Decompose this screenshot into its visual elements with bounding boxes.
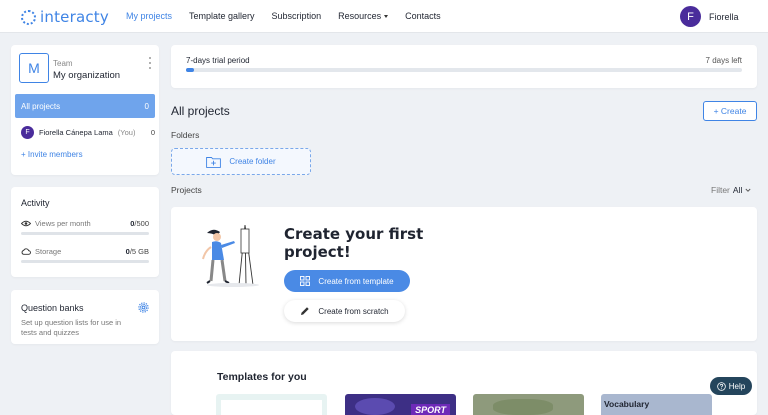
- brand-logo[interactable]: interacty: [21, 8, 109, 26]
- folder-plus-icon: [206, 156, 222, 168]
- grid-icon: [300, 276, 311, 286]
- nav-resources-label: Resources: [338, 11, 382, 21]
- templates-title: Templates for you: [217, 371, 307, 383]
- views-value: 0/500: [130, 219, 149, 228]
- template-thumbnail[interactable]: Vocabulary: [601, 394, 712, 415]
- all-projects-item[interactable]: All projects 0: [15, 94, 155, 118]
- storage-progress-bar: [21, 260, 149, 263]
- views-progress-bar: [21, 232, 149, 235]
- templates-card: Templates for you SPORT Vocabulary: [171, 351, 757, 415]
- gear-icon[interactable]: [138, 302, 149, 313]
- kebab-menu-icon[interactable]: [148, 57, 152, 69]
- chevron-down-icon: [745, 188, 751, 192]
- team-org-name: My organization: [53, 70, 121, 81]
- nav-subscription[interactable]: Subscription: [272, 11, 322, 21]
- user-name: Fiorella: [709, 11, 739, 22]
- painter-illustration-icon: [202, 224, 259, 287]
- question-banks-card[interactable]: Question banks Set up question lists for…: [11, 290, 159, 344]
- all-projects-count: 0: [144, 101, 149, 111]
- user-menu[interactable]: F Fiorella: [680, 6, 739, 27]
- storage-row: Storage 0/5 GB: [21, 247, 149, 256]
- member-avatar: F: [21, 125, 34, 139]
- trial-remaining: 7 days left: [705, 56, 742, 65]
- team-logo: M: [19, 53, 49, 83]
- storage-label: Storage: [35, 247, 62, 256]
- brand-name: interacty: [40, 8, 109, 26]
- nav-template-gallery[interactable]: Template gallery: [189, 11, 255, 21]
- team-label: Team: [53, 59, 73, 68]
- filter-label: Filter: [711, 185, 730, 195]
- nav-my-projects[interactable]: My projects: [126, 11, 172, 21]
- storage-value: 0/5 GB: [125, 247, 149, 256]
- cloud-icon: [21, 248, 31, 255]
- trial-progress-bar: [186, 68, 742, 72]
- question-banks-description: Set up question lists for use in tests a…: [21, 318, 122, 337]
- trial-card: 7-days trial period 7 days left: [171, 45, 757, 88]
- page-title: All projects: [171, 104, 230, 118]
- create-from-scratch-label: Create from scratch: [318, 306, 389, 316]
- projects-label: Projects: [171, 185, 202, 195]
- help-button[interactable]: Help: [710, 377, 752, 395]
- template-thumbnail-text: Vocabulary: [604, 399, 650, 409]
- create-from-template-label: Create from template: [318, 276, 394, 286]
- all-projects-label: All projects: [21, 101, 61, 111]
- empty-state-title: Create your first project!: [284, 225, 424, 261]
- nav-contacts[interactable]: Contacts: [405, 11, 441, 21]
- empty-state-card: Create your first project! Create from t…: [171, 207, 757, 341]
- activity-title: Activity: [21, 198, 50, 208]
- create-button[interactable]: + Create: [703, 101, 757, 121]
- trial-label: 7-days trial period: [186, 56, 250, 65]
- views-row: Views per month 0/500: [21, 219, 149, 228]
- top-header: interacty My projects Template gallery S…: [0, 0, 768, 33]
- member-you-tag: (You): [117, 127, 136, 137]
- pencil-icon: [301, 307, 310, 315]
- member-row[interactable]: F Fiorella Cánepa Lama (You) 0: [21, 125, 155, 139]
- member-name: Fiorella Cánepa Lama: [39, 127, 113, 137]
- template-thumbnail[interactable]: SPORT: [345, 394, 456, 415]
- create-from-scratch-button[interactable]: Create from scratch: [284, 300, 405, 322]
- filter-value: All: [732, 185, 743, 195]
- create-from-template-button[interactable]: Create from template: [284, 270, 410, 292]
- help-label: Help: [728, 381, 746, 391]
- template-thumbnail[interactable]: [473, 394, 584, 415]
- views-label: Views per month: [35, 219, 91, 228]
- create-folder-button[interactable]: Create folder: [171, 148, 311, 175]
- chevron-down-icon: [384, 15, 389, 19]
- question-banks-title: Question banks: [21, 303, 84, 313]
- filter-dropdown[interactable]: Filter All: [711, 185, 751, 195]
- logo-mark-icon: [21, 9, 36, 25]
- template-thumbnail-text: SPORT: [411, 404, 450, 415]
- eye-icon: [21, 220, 31, 227]
- activity-card: Activity Views per month 0/500 Storage 0…: [11, 187, 159, 277]
- folders-label: Folders: [171, 130, 200, 140]
- team-card: M Team My organization All projects 0 F …: [11, 45, 159, 175]
- member-count: 0: [150, 127, 155, 137]
- template-thumbnail[interactable]: [216, 394, 327, 415]
- user-avatar: F: [680, 6, 701, 27]
- nav-resources[interactable]: Resources: [338, 11, 389, 21]
- create-folder-label: Create folder: [229, 157, 276, 166]
- question-circle-icon: [716, 381, 726, 391]
- main-nav: My projects Template gallery Subscriptio…: [126, 11, 441, 21]
- invite-members-link[interactable]: + Invite members: [21, 150, 83, 159]
